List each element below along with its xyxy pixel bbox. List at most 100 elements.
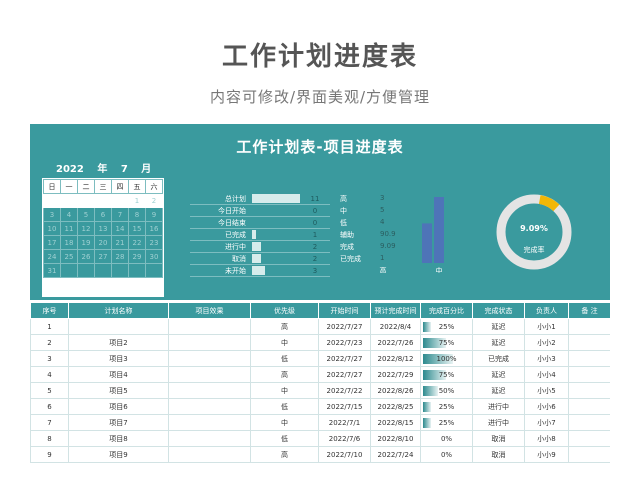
cell-owner[interactable]: 小小2 [524,334,569,351]
calendar-day[interactable]: 2 [145,193,163,208]
calendar-day[interactable]: 16 [145,221,163,236]
cell-effect[interactable] [168,398,251,415]
cell-pct[interactable]: 25% [420,414,473,431]
calendar-day[interactable]: 4 [60,207,78,222]
calendar-day[interactable] [111,193,129,208]
cell-note[interactable] [568,414,610,431]
cell-status[interactable]: 延迟 [472,334,525,351]
calendar-day[interactable]: 14 [111,221,129,236]
calendar-day[interactable] [77,193,95,208]
cell-end[interactable]: 2022/8/26 [370,382,421,399]
cell-priority[interactable]: 低 [250,430,319,447]
cell-pct[interactable]: 25% [420,398,473,415]
cell-priority[interactable]: 低 [250,398,319,415]
cell-no[interactable]: 9 [30,446,69,463]
cell-status[interactable]: 取消 [472,446,525,463]
calendar-day[interactable] [145,263,163,278]
cell-name[interactable] [68,318,169,335]
cell-note[interactable] [568,382,610,399]
calendar-day[interactable]: 21 [111,235,129,250]
cell-status[interactable]: 延迟 [472,382,525,399]
calendar-day[interactable] [128,263,146,278]
cell-name[interactable]: 项目3 [68,350,169,367]
column-header[interactable]: 优先级 [250,302,319,319]
cell-status[interactable]: 进行中 [472,414,525,431]
cell-effect[interactable] [168,446,251,463]
cell-end[interactable]: 2022/8/4 [370,318,421,335]
cell-effect[interactable] [168,366,251,383]
cell-note[interactable] [568,334,610,351]
cell-priority[interactable]: 中 [250,414,319,431]
calendar-day[interactable]: 20 [94,235,112,250]
calendar-day[interactable]: 12 [77,221,95,236]
cell-note[interactable] [568,446,610,463]
calendar-day[interactable]: 11 [60,221,78,236]
cell-effect[interactable] [168,318,251,335]
cell-priority[interactable]: 中 [250,334,319,351]
column-header[interactable]: 预计完成时间 [370,302,421,319]
calendar-day[interactable]: 8 [128,207,146,222]
cell-name[interactable]: 项目8 [68,430,169,447]
cell-start[interactable]: 2022/7/27 [318,366,371,383]
calendar-day[interactable] [94,263,112,278]
calendar-day[interactable] [77,263,95,278]
cell-start[interactable]: 2022/7/10 [318,446,371,463]
cell-status[interactable]: 取消 [472,430,525,447]
cell-status[interactable]: 延迟 [472,318,525,335]
cell-effect[interactable] [168,350,251,367]
calendar-day[interactable]: 19 [77,235,95,250]
cell-effect[interactable] [168,334,251,351]
calendar-day[interactable]: 10 [43,221,61,236]
cell-priority[interactable]: 高 [250,318,319,335]
cell-priority[interactable]: 高 [250,366,319,383]
cell-no[interactable]: 1 [30,318,69,335]
calendar-day[interactable]: 22 [128,235,146,250]
cell-pct[interactable]: 75% [420,334,473,351]
cell-note[interactable] [568,366,610,383]
calendar-day[interactable]: 24 [43,249,61,264]
cell-end[interactable]: 2022/7/29 [370,366,421,383]
calendar-day[interactable] [94,193,112,208]
cell-pct[interactable]: 0% [420,446,473,463]
calendar-day[interactable]: 30 [145,249,163,264]
calendar-day[interactable] [111,263,129,278]
cell-name[interactable]: 项目2 [68,334,169,351]
cell-pct[interactable]: 25% [420,318,473,335]
column-header[interactable]: 开始时间 [318,302,371,319]
cell-pct[interactable]: 50% [420,382,473,399]
cell-name[interactable]: 项目9 [68,446,169,463]
calendar-day[interactable]: 31 [43,263,61,278]
cell-pct[interactable]: 75% [420,366,473,383]
cell-note[interactable] [568,430,610,447]
cell-start[interactable]: 2022/7/27 [318,350,371,367]
calendar-day[interactable] [60,263,78,278]
calendar-day[interactable]: 5 [77,207,95,222]
cell-effect[interactable] [168,430,251,447]
cell-effect[interactable] [168,414,251,431]
cell-priority[interactable]: 低 [250,350,319,367]
cell-no[interactable]: 7 [30,414,69,431]
cell-owner[interactable]: 小小4 [524,366,569,383]
cell-status[interactable]: 已完成 [472,350,525,367]
calendar-day[interactable]: 17 [43,235,61,250]
cell-start[interactable]: 2022/7/15 [318,398,371,415]
cell-name[interactable]: 项目4 [68,366,169,383]
cell-start[interactable]: 2022/7/6 [318,430,371,447]
cell-end[interactable]: 2022/8/10 [370,430,421,447]
cell-owner[interactable]: 小小3 [524,350,569,367]
calendar-day[interactable]: 26 [77,249,95,264]
cell-no[interactable]: 2 [30,334,69,351]
calendar-day[interactable] [43,193,61,208]
calendar-day[interactable] [60,193,78,208]
cell-pct[interactable]: 100% [420,350,473,367]
cell-no[interactable]: 8 [30,430,69,447]
column-header[interactable]: 序号 [30,302,69,319]
calendar-day[interactable]: 18 [60,235,78,250]
calendar-day[interactable]: 1 [128,193,146,208]
column-header[interactable]: 计划名称 [68,302,169,319]
cell-start[interactable]: 2022/7/22 [318,382,371,399]
cell-end[interactable]: 2022/8/15 [370,414,421,431]
calendar-day[interactable]: 13 [94,221,112,236]
column-header[interactable]: 备 注 [568,302,610,319]
cell-no[interactable]: 6 [30,398,69,415]
